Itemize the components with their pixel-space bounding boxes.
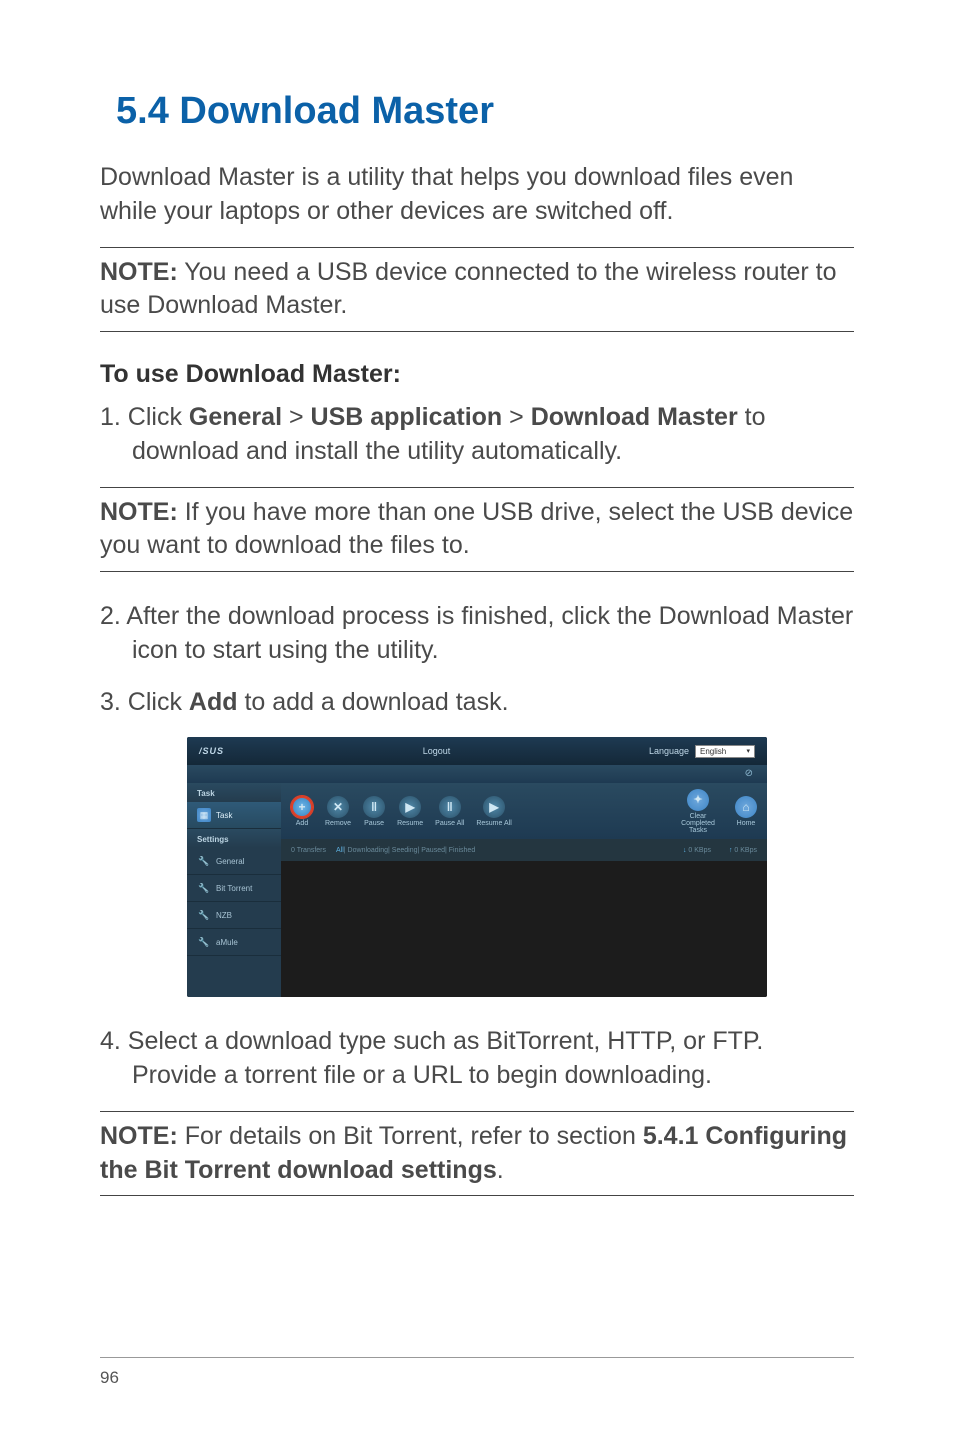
sidebar-item-label: Task xyxy=(216,811,232,820)
app-body: Task ▦ Task Settings 🔧 General 🔧 Bit Tor… xyxy=(187,783,767,997)
home-icon: ⌂ xyxy=(735,796,757,818)
wrench-icon: 🔧 xyxy=(197,881,211,895)
path-sep: > xyxy=(502,403,531,431)
note-label: NOTE: xyxy=(100,1122,185,1150)
home-button[interactable]: ⌂ Home xyxy=(735,796,757,827)
sidebar-item-label: General xyxy=(216,857,244,866)
section-heading: 5.4 Download Master xyxy=(116,90,854,133)
help-row: ⊘ xyxy=(187,765,767,783)
sparkle-icon: ✦ xyxy=(687,789,709,811)
filter-bar: 0 Transfers All| Downloading| Seeding| P… xyxy=(281,839,767,861)
pause-button[interactable]: ‖ Pause xyxy=(363,796,385,827)
sidebar-item-task[interactable]: ▦ Task xyxy=(187,802,281,829)
help-icon[interactable]: ⊘ xyxy=(745,768,753,779)
pause-all-button[interactable]: ‖ Pause All xyxy=(435,796,464,827)
toolbar: + Add ✕ Remove ‖ Pause ▶ Resume ‖ Paus xyxy=(281,783,767,839)
main-panel: + Add ✕ Remove ‖ Pause ▶ Resume ‖ Paus xyxy=(281,783,767,997)
button-label: Resume xyxy=(397,820,423,827)
sidebar-item-label: aMule xyxy=(216,938,238,947)
play-icon: ▶ xyxy=(399,796,421,818)
button-label: Add xyxy=(296,820,308,827)
wrench-icon: 🔧 xyxy=(197,935,211,949)
sidebar-item-label: Bit Torrent xyxy=(216,884,252,893)
close-icon: ✕ xyxy=(327,796,349,818)
clear-completed-button[interactable]: ✦ Clear Completed Tasks xyxy=(673,789,723,834)
step-2: 2. After the download process is finishe… xyxy=(100,600,854,668)
wrench-icon: 🔧 xyxy=(197,854,211,868)
path-usb-app: USB application xyxy=(311,403,503,431)
path-download-master: Download Master xyxy=(531,403,738,431)
step-4: 4. Select a download type such as BitTor… xyxy=(100,1025,854,1093)
note-text: You need a USB device connected to the w… xyxy=(100,258,837,320)
step-text: to add a download task. xyxy=(238,688,509,716)
note-bittorrent-ref: NOTE: For details on Bit Torrent, refer … xyxy=(100,1111,854,1197)
sidebar-item-general[interactable]: 🔧 General xyxy=(187,848,281,875)
step-text: After the download process is finished, … xyxy=(126,602,853,664)
sidebar-section-task: Task xyxy=(187,783,281,802)
app-topbar: /SUS Logout Language English xyxy=(187,737,767,765)
resume-all-button[interactable]: ▶ Resume All xyxy=(476,796,511,827)
filter-rest[interactable]: | Downloading| Seeding| Paused| Finished xyxy=(344,847,475,854)
upload-speed: 0 KBps xyxy=(729,847,757,854)
step-text: Click xyxy=(128,403,189,431)
howto-heading: To use Download Master: xyxy=(100,360,854,389)
note-text: . xyxy=(497,1156,504,1184)
step-text: Click xyxy=(128,688,189,716)
play-all-icon: ▶ xyxy=(483,796,505,818)
add-button-ref: Add xyxy=(189,688,238,716)
step-number: 2. xyxy=(100,602,126,630)
language-selector[interactable]: Language English xyxy=(649,745,755,758)
add-button[interactable]: + Add xyxy=(291,796,313,827)
sidebar-section-settings: Settings xyxy=(187,829,281,848)
sidebar: Task ▦ Task Settings 🔧 General 🔧 Bit Tor… xyxy=(187,783,281,997)
note-text: If you have more than one USB drive, sel… xyxy=(100,498,853,560)
remove-button[interactable]: ✕ Remove xyxy=(325,796,351,827)
step-text: Select a download type such as BitTorren… xyxy=(128,1027,764,1089)
wrench-icon: 🔧 xyxy=(197,908,211,922)
pause-icon: ‖ xyxy=(363,796,385,818)
transfers-count: 0 Transfers xyxy=(291,847,326,854)
resume-button[interactable]: ▶ Resume xyxy=(397,796,423,827)
button-label: Pause All xyxy=(435,820,464,827)
sidebar-item-amule[interactable]: 🔧 aMule xyxy=(187,929,281,956)
path-sep: > xyxy=(282,403,311,431)
step-number: 3. xyxy=(100,688,128,716)
pause-all-icon: ‖ xyxy=(439,796,461,818)
step-number: 4. xyxy=(100,1027,128,1055)
path-general: General xyxy=(189,403,282,431)
speed-readout: 0 KBps 0 KBps xyxy=(683,847,757,854)
note-label: NOTE: xyxy=(100,498,185,526)
sidebar-item-label: NZB xyxy=(216,911,232,920)
sidebar-item-bittorrent[interactable]: 🔧 Bit Torrent xyxy=(187,875,281,902)
logout-link[interactable]: Logout xyxy=(224,746,649,756)
button-label: Pause xyxy=(364,820,384,827)
task-icon: ▦ xyxy=(197,808,211,822)
note-label: NOTE: xyxy=(100,258,178,286)
button-label: Home xyxy=(737,820,756,827)
note-usb-required: NOTE: You need a USB device connected to… xyxy=(100,247,854,333)
sidebar-item-nzb[interactable]: 🔧 NZB xyxy=(187,902,281,929)
language-label: Language xyxy=(649,746,689,756)
step-1: 1. Click General > USB application > Dow… xyxy=(100,401,854,469)
note-multiple-usb: NOTE: If you have more than one USB driv… xyxy=(100,487,854,573)
plus-icon: + xyxy=(291,796,313,818)
button-label: Clear Completed Tasks xyxy=(673,813,723,834)
asus-logo: /SUS xyxy=(199,746,224,756)
button-label: Resume All xyxy=(476,820,511,827)
page-number: 96 xyxy=(100,1357,854,1388)
intro-paragraph: Download Master is a utility that helps … xyxy=(100,161,854,229)
button-label: Remove xyxy=(325,820,351,827)
step-3: 3. Click Add to add a download task. xyxy=(100,686,854,720)
filter-tabs[interactable]: All| Downloading| Seeding| Paused| Finis… xyxy=(336,847,475,854)
filter-all[interactable]: All xyxy=(336,847,344,854)
download-speed: 0 KBps xyxy=(683,847,711,854)
step-number: 1. xyxy=(100,403,128,431)
language-dropdown[interactable]: English xyxy=(695,745,755,758)
app-screenshot: /SUS Logout Language English ⊘ Task ▦ Ta… xyxy=(187,737,767,997)
note-text: For details on Bit Torrent, refer to sec… xyxy=(185,1122,643,1150)
